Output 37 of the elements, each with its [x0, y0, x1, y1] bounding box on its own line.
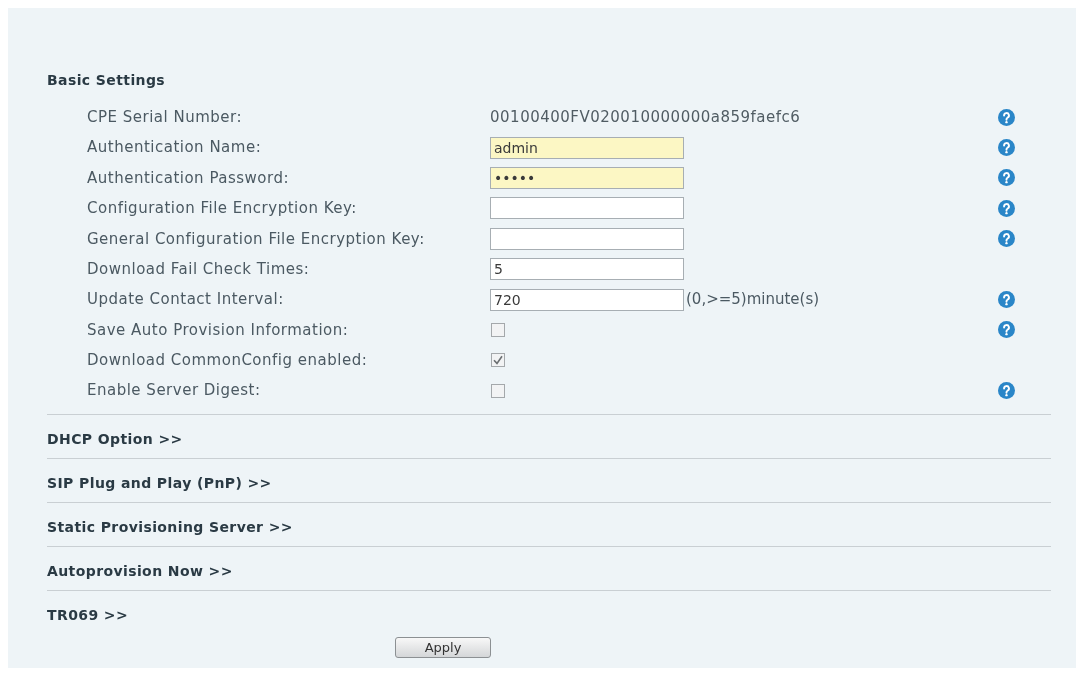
check-icon: [493, 355, 503, 366]
help-icon[interactable]: [998, 139, 1015, 157]
serial-number-text: 00100400FV020010000000a859faefc6: [490, 106, 801, 128]
section-title: Basic Settings: [47, 70, 166, 90]
checkbox[interactable]: [491, 353, 505, 368]
field-label: Download CommonConfig enabled:: [87, 350, 369, 372]
help-icon[interactable]: [998, 321, 1015, 339]
unit-hint-text: (0,>=5)minute(s): [686, 289, 820, 311]
section-toggle-link[interactable]: TR069 >>: [47, 604, 129, 626]
help-icon[interactable]: [998, 382, 1015, 400]
field-label: Authentication Password:: [87, 167, 290, 189]
field-label: CPE Serial Number:: [87, 106, 244, 128]
help-icon[interactable]: [998, 169, 1015, 187]
input-field[interactable]: admin: [490, 136, 684, 159]
help-icon[interactable]: [998, 230, 1015, 248]
checkbox[interactable]: [491, 383, 505, 398]
help-icon[interactable]: [998, 108, 1015, 126]
section-toggle-link[interactable]: DHCP Option >>: [47, 428, 183, 450]
help-icon[interactable]: [998, 199, 1015, 217]
field-label: Enable Server Digest:: [87, 380, 262, 402]
field-label: Configuration File Encryption Key:: [87, 198, 358, 220]
input-field[interactable]: [490, 227, 684, 250]
field-label: Save Auto Provision Information:: [87, 319, 350, 341]
checkbox[interactable]: [491, 322, 505, 337]
help-icon[interactable]: [998, 291, 1015, 309]
input-field[interactable]: •••••: [490, 166, 684, 189]
input-field[interactable]: [490, 197, 684, 220]
section-toggle-link[interactable]: Autoprovision Now >>: [47, 560, 233, 582]
section-toggle-link[interactable]: SIP Plug and Play (PnP) >>: [47, 472, 272, 494]
input-field[interactable]: 720: [490, 288, 684, 311]
field-label: General Configuration File Encryption Key:: [87, 228, 426, 250]
field-label: Download Fail Check Times:: [87, 258, 311, 280]
field-label: Authentication Name:: [87, 137, 263, 159]
apply-button[interactable]: Apply: [395, 636, 491, 658]
input-field[interactable]: 5: [490, 258, 684, 281]
field-label: Update Contact Interval:: [87, 289, 285, 311]
section-toggle-link[interactable]: Static Provisioning Server >>: [47, 516, 293, 538]
